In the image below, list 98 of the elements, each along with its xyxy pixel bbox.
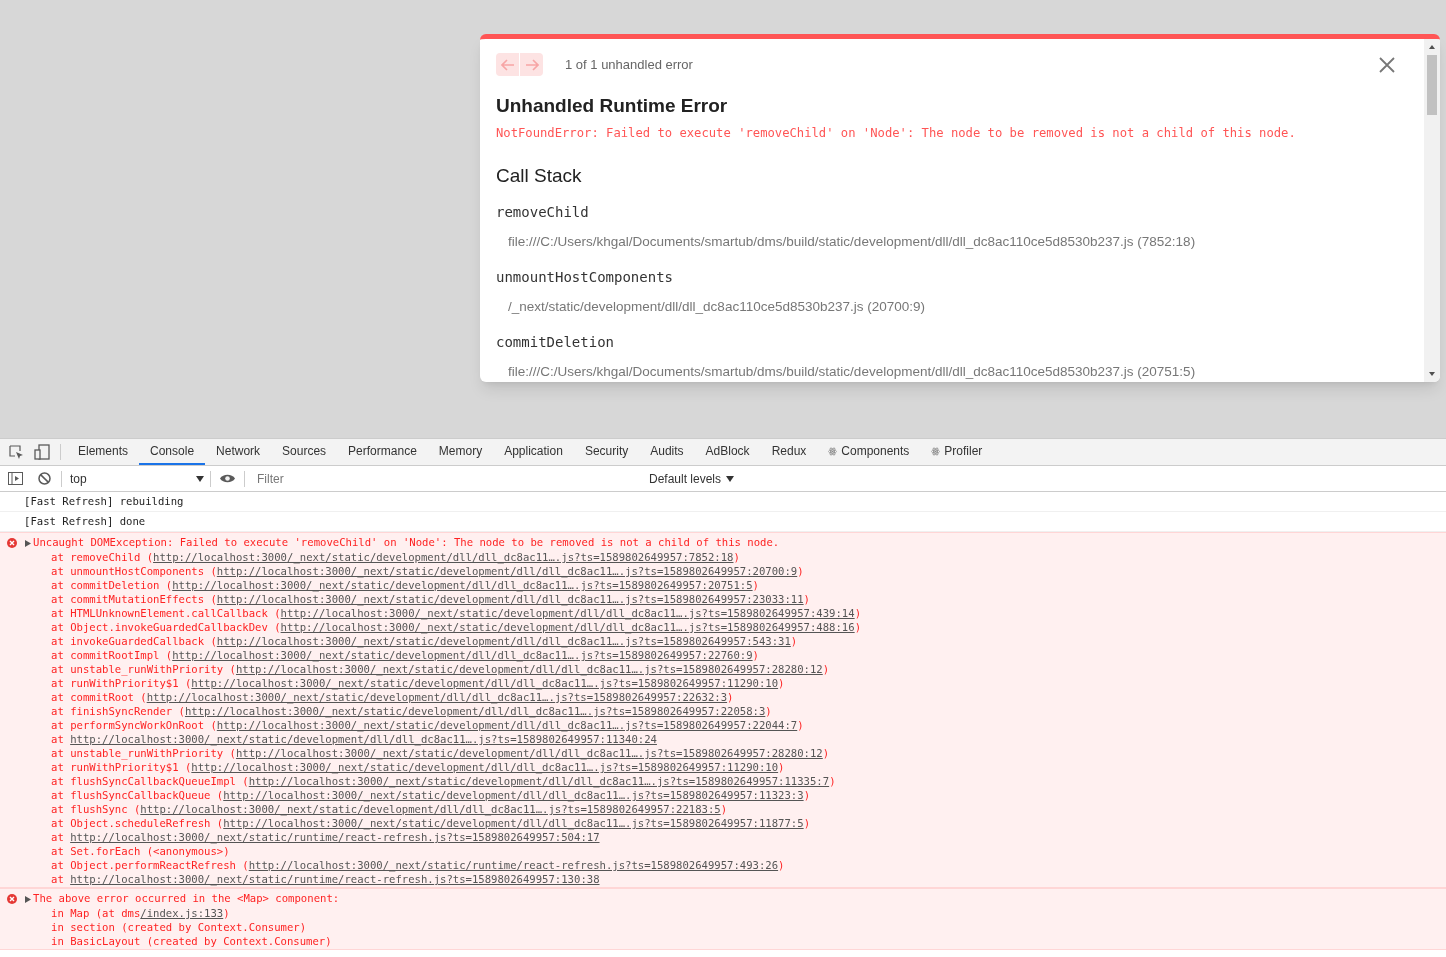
source-link[interactable]: http://localhost:3000/_next/static/runtime/react-refresh.js?ts=1589802649957:504:17 <box>70 831 600 843</box>
source-link[interactable]: http://localhost:3000/_next/static/development/dll/dll_dc8ac11….js?ts=1589802649957:22183:5 <box>140 803 721 815</box>
stack-trace-line: at HTMLUnknownElement.callCallback (http://localhost:3000/_next/static/development/dll/dll_dc8ac11….js?ts=1589802649957:439:14) <box>51 607 862 619</box>
source-link[interactable]: http://localhost:3000/_next/static/development/dll/dll_dc8ac11….js?ts=1589802649957:22044:7 <box>216 719 798 731</box>
stack-trace-line: at runWithPriority$1 (http://localhost:3000/_next/static/development/dll/dll_dc8ac11….js?ts=1589802649957:11290:10) <box>51 761 785 773</box>
stack-trace-line: at commitMutationEffects (http://localhost:3000/_next/static/development/dll/dll_dc8ac11….js?ts=1589802649957:23033:11) <box>51 593 810 605</box>
left-arrow-icon <box>500 58 515 71</box>
log-message: [Fast Refresh] done <box>24 513 146 529</box>
source-link[interactable]: http://localhost:3000/_next/static/runtime/react-refresh.js?ts=1589802649957:130:38 <box>70 873 600 885</box>
clear-console-icon[interactable] <box>38 472 51 485</box>
stack-trace-line: at performSyncWorkOnRoot (http://localhost:3000/_next/static/development/dll/dll_dc8ac11….js?ts=1589802649957:22044:7) <box>51 719 804 731</box>
function-name: unmountHostComponents <box>496 269 674 287</box>
right-arrow-icon <box>524 58 539 71</box>
atom-icon <box>828 446 838 456</box>
stack-trace-line: in section (created by Context.Consumer) <box>51 921 307 933</box>
stack-trace-line: at Set.forEach (<anonymous>) <box>51 845 230 857</box>
context-dropdown[interactable]: top <box>70 469 204 488</box>
source-link[interactable]: http://localhost:3000/_next/static/development/dll/dll_dc8ac11….js?ts=1589802649957:11290:10 <box>191 677 779 689</box>
eye-icon[interactable] <box>219 473 236 484</box>
inspect-icon[interactable] <box>9 444 24 460</box>
stack-trace-line: in Map (at dms/index.js:133) <box>51 907 230 919</box>
source-link[interactable]: http://localhost:3000/_next/static/development/dll/dll_dc8ac11….js?ts=1589802649957:20700:9 <box>216 565 798 577</box>
source-link[interactable]: /index.js:133 <box>140 907 224 919</box>
sidebar-toggle-icon[interactable] <box>8 472 23 485</box>
stack-trace-line: at flushSync (http://localhost:3000/_next/static/development/dll/dll_dc8ac11….js?ts=1589802649957:22183:5) <box>51 803 728 815</box>
devtools-tab[interactable]: Components <box>817 439 921 465</box>
error-message: NotFoundError: Failed to execute 'removeChild' on 'Node': The node to be removed is not a child of this node. <box>496 124 1297 142</box>
source-link[interactable]: http://localhost:3000/_next/static/development/dll/dll_dc8ac11….js?ts=1589802649957:11335:7 <box>248 775 830 787</box>
source-link[interactable]: http://localhost:3000/_next/static/development/dll/dll_dc8ac11….js?ts=1589802649957:28280:12 <box>235 747 823 759</box>
source-link[interactable]: http://localhost:3000/_next/static/development/dll/dll_dc8ac11….js?ts=1589802649957:28280:12 <box>235 663 823 675</box>
scrollbar-thumb[interactable] <box>1427 55 1437 115</box>
file-path: file:///C:/Users/khgal/Documents/smartub/dms/build/static/development/dll/dll_dc8ac110ce5d8530b237.js (7852:18) <box>507 233 1197 251</box>
function-name: removeChild <box>496 204 590 222</box>
device-toolbar-icon[interactable] <box>34 444 50 460</box>
source-link[interactable]: http://localhost:3000/_next/static/development/dll/dll_dc8ac11….js?ts=1589802649957:23033:11 <box>216 593 804 605</box>
close-icon <box>1379 56 1395 73</box>
stack-trace-line: at finishSyncRender (http://localhost:3000/_next/static/development/dll/dll_dc8ac11….js?ts=1589802649957:22058:3) <box>51 705 772 717</box>
stack-trace-line: at removeChild (http://localhost:3000/_next/static/development/dll/dll_dc8ac11….js?ts=1589802649957:7852:18) <box>51 551 740 563</box>
stack-trace-line: at flushSyncCallbackQueueImpl (http://localhost:3000/_next/static/development/dll/dll_dc8ac11….js?ts=1589802649957:11335:7) <box>51 775 836 787</box>
stack-trace-line: at commitDeletion (http://localhost:3000/_next/static/development/dll/dll_dc8ac11….js?ts=1589802649957:20751:5) <box>51 579 759 591</box>
source-link[interactable]: http://localhost:3000/_next/static/development/dll/dll_dc8ac11….js?ts=1589802649957:20751:5 <box>172 579 753 591</box>
stack-trace-line: at Object.scheduleRefresh (http://localhost:3000/_next/static/development/dll/dll_dc8ac11….js?ts=1589802649957:11877:5) <box>51 817 810 829</box>
source-link[interactable]: http://localhost:3000/_next/static/development/dll/dll_dc8ac11….js?ts=1589802649957:11323:3 <box>223 789 804 801</box>
error-icon <box>7 538 17 548</box>
atom-icon <box>931 446 941 456</box>
stack-trace-line: at invokeGuardedCallback (http://localhost:3000/_next/static/development/dll/dll_dc8ac11….js?ts=1589802649957:543:31) <box>51 635 798 647</box>
devtools-tab[interactable]: Profiler <box>920 439 994 465</box>
log-message: [Fast Refresh] rebuilding <box>24 493 184 509</box>
file-path: /_next/static/development/dll/dll_dc8ac110ce5d8530b237.js (20700:9) <box>507 298 927 316</box>
scroll-down-icon[interactable] <box>1428 370 1436 378</box>
expand-triangle-icon[interactable] <box>25 539 31 547</box>
devtools-tab[interactable]: Elements <box>67 439 140 465</box>
source-link[interactable]: http://localhost:3000/_next/static/development/dll/dll_dc8ac11….js?ts=1589802649957:488:16 <box>280 621 855 633</box>
error-message: Uncaught DOMException: Failed to execute 'removeChild' on 'Node': The node to be removed is not a child of this node. <box>33 535 780 551</box>
devtools-tab[interactable]: AdBlock <box>694 439 761 465</box>
dropdown-caret-icon <box>196 475 204 482</box>
function-name: commitDeletion <box>496 334 615 352</box>
stack-trace-line: at unmountHostComponents (http://localhost:3000/_next/static/development/dll/dll_dc8ac11….js?ts=1589802649957:20700:9) <box>51 565 804 577</box>
devtools-tab[interactable]: Network <box>205 439 272 465</box>
log-levels-dropdown[interactable]: Default levels <box>649 469 735 488</box>
error-message: The above error occurred in the <Map> component: <box>33 891 340 907</box>
stack-trace-line: at http://localhost:3000/_next/static/runtime/react-refresh.js?ts=1589802649957:130:38 <box>51 873 600 885</box>
stack-trace-line: at http://localhost:3000/_next/static/runtime/react-refresh.js?ts=1589802649957:504:17 <box>51 831 600 843</box>
devtools-tab[interactable]: Sources <box>271 439 338 465</box>
stack-trace-line: at Object.invokeGuardedCallbackDev (http://localhost:3000/_next/static/development/dll/dll_dc8ac11….js?ts=1589802649957:488:16) <box>51 621 862 633</box>
source-link[interactable]: http://localhost:3000/_next/static/runtime/react-refresh.js?ts=1589802649957:493:26 <box>248 859 779 871</box>
source-link[interactable]: http://localhost:3000/_next/static/development/dll/dll_dc8ac11….js?ts=1589802649957:11877:5 <box>223 817 804 829</box>
stack-trace-line: at commitRoot (http://localhost:3000/_next/static/development/dll/dll_dc8ac11….js?ts=1589802649957:22632:3) <box>51 691 734 703</box>
source-link[interactable]: http://localhost:3000/_next/static/development/dll/dll_dc8ac11….js?ts=1589802649957:22632:3 <box>146 691 728 703</box>
error-title: Unhandled Runtime Error <box>496 94 729 118</box>
section-heading: Call Stack <box>496 163 583 188</box>
stack-trace-line: at flushSyncCallbackQueue (http://localhost:3000/_next/static/development/dll/dll_dc8ac11….js?ts=1589802649957:11323:3) <box>51 789 810 801</box>
error-icon <box>7 894 17 904</box>
file-path: file:///C:/Users/khgal/Documents/smartub/dms/build/static/development/dll/dll_dc8ac110ce5d8530b237.js (20751:5) <box>507 363 1197 381</box>
source-link[interactable]: http://localhost:3000/_next/static/development/dll/dll_dc8ac11….js?ts=1589802649957:543:31 <box>216 635 791 647</box>
source-link[interactable]: http://localhost:3000/_next/static/development/dll/dll_dc8ac11….js?ts=1589802649957:439:14 <box>280 607 855 619</box>
devtools-tab[interactable]: Audits <box>639 439 695 465</box>
stack-trace-line: at unstable_runWithPriority (http://localhost:3000/_next/static/development/dll/dll_dc8ac11….js?ts=1589802649957:28280:12) <box>51 663 830 675</box>
stack-trace-line: at http://localhost:3000/_next/static/development/dll/dll_dc8ac11….js?ts=1589802649957:11340:24 <box>51 733 657 745</box>
stack-trace-line: in BasicLayout (created by Context.Consumer) <box>51 935 332 947</box>
source-link[interactable]: http://localhost:3000/_next/static/development/dll/dll_dc8ac11….js?ts=1589802649957:11340:24 <box>70 733 657 745</box>
expand-triangle-icon[interactable] <box>25 895 31 903</box>
stack-trace-line: at runWithPriority$1 (http://localhost:3000/_next/static/development/dll/dll_dc8ac11….js?ts=1589802649957:11290:10) <box>51 677 785 689</box>
source-link[interactable]: http://localhost:3000/_next/static/development/dll/dll_dc8ac11….js?ts=1589802649957:7852:18 <box>153 551 734 563</box>
devtools-tab[interactable]: Performance <box>337 439 428 465</box>
source-link[interactable]: http://localhost:3000/_next/static/development/dll/dll_dc8ac11….js?ts=1589802649957:11290:10 <box>191 761 779 773</box>
stack-trace-line: at unstable_runWithPriority (http://localhost:3000/_next/static/development/dll/dll_dc8ac11….js?ts=1589802649957:28280:12) <box>51 747 830 759</box>
devtools-tab[interactable]: Security <box>573 439 640 465</box>
scroll-up-icon[interactable] <box>1428 43 1436 51</box>
devtools-tab[interactable]: Redux <box>760 439 818 465</box>
stack-trace-line: at Object.performReactRefresh (http://localhost:3000/_next/static/runtime/react-refresh.js?ts=1589802649957:493:26) <box>51 859 785 871</box>
source-link[interactable]: http://localhost:3000/_next/static/development/dll/dll_dc8ac11….js?ts=1589802649957:22058:3 <box>184 705 766 717</box>
dropdown-caret-icon <box>726 475 735 482</box>
source-link[interactable]: http://localhost:3000/_next/static/development/dll/dll_dc8ac11….js?ts=1589802649957:22760:9 <box>172 649 753 661</box>
error-count: 1 of 1 unhandled error <box>565 55 693 74</box>
devtools-tab[interactable]: Application <box>493 439 574 465</box>
devtools-tab[interactable]: Memory <box>427 439 494 465</box>
stack-trace-line: at commitRootImpl (http://localhost:3000/_next/static/development/dll/dll_dc8ac11….js?ts=1589802649957:22760:9) <box>51 649 759 661</box>
